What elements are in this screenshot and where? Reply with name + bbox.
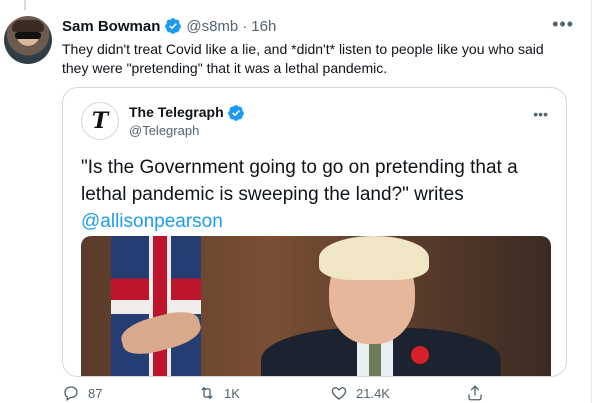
quoted-tweet-header: T The Telegraph @Telegraph	[81, 102, 245, 140]
union-flag-image	[111, 236, 201, 376]
mention-link[interactable]: @allisonpearson	[81, 211, 223, 232]
more-icon[interactable]: •••	[552, 14, 574, 35]
reply-icon	[64, 386, 78, 402]
author-name[interactable]: Sam Bowman	[62, 18, 160, 35]
verified-icon	[227, 104, 244, 121]
like-count: 21.4K	[356, 385, 390, 401]
tie-image	[369, 340, 381, 376]
retweet-icon	[201, 386, 213, 400]
hair-image	[319, 236, 429, 280]
reply-button[interactable]: 87	[62, 384, 102, 402]
tweet[interactable]: Sam Bowman @s8mb · 16h ••• They didn't t…	[0, 0, 592, 403]
retweet-button[interactable]: 1K	[198, 384, 240, 402]
like-button[interactable]: 21.4K	[330, 384, 390, 402]
quoted-text-body: "Is the Government going to go on preten…	[81, 157, 518, 205]
quoted-author-name[interactable]: The Telegraph	[129, 104, 224, 121]
quoted-tweet-card[interactable]: T The Telegraph @Telegraph ••• "Is the G…	[62, 87, 567, 377]
share-button[interactable]	[466, 384, 484, 402]
quoted-author: The Telegraph @Telegraph	[129, 104, 245, 139]
author-handle[interactable]: @s8mb	[186, 18, 238, 35]
tweet-actions: 87 1K 21.4K	[62, 383, 522, 403]
reply-count: 87	[88, 385, 103, 401]
quoted-more-icon[interactable]: •••	[533, 106, 548, 122]
verified-icon	[165, 18, 182, 34]
telegraph-logo[interactable]: T	[81, 102, 119, 140]
avatar-hair	[12, 20, 44, 32]
quoted-author-handle[interactable]: @Telegraph	[129, 122, 245, 139]
quoted-tweet-image[interactable]	[81, 236, 551, 376]
heart-icon	[331, 387, 347, 400]
poppy-image	[411, 346, 429, 364]
tweet-header: Sam Bowman @s8mb · 16h	[62, 16, 276, 36]
avatar[interactable]	[4, 16, 52, 64]
quoted-name-row: The Telegraph	[129, 104, 245, 122]
retweet-count: 1K	[224, 385, 240, 401]
avatar-glasses	[15, 32, 41, 39]
tweet-text: They didn't treat Covid like a lie, and …	[62, 41, 544, 76]
quoted-tweet-text: "Is the Government going to go on preten…	[81, 154, 551, 235]
timestamp[interactable]: 16h	[251, 18, 276, 35]
share-icon	[468, 385, 482, 401]
separator-dot: ·	[242, 17, 248, 35]
